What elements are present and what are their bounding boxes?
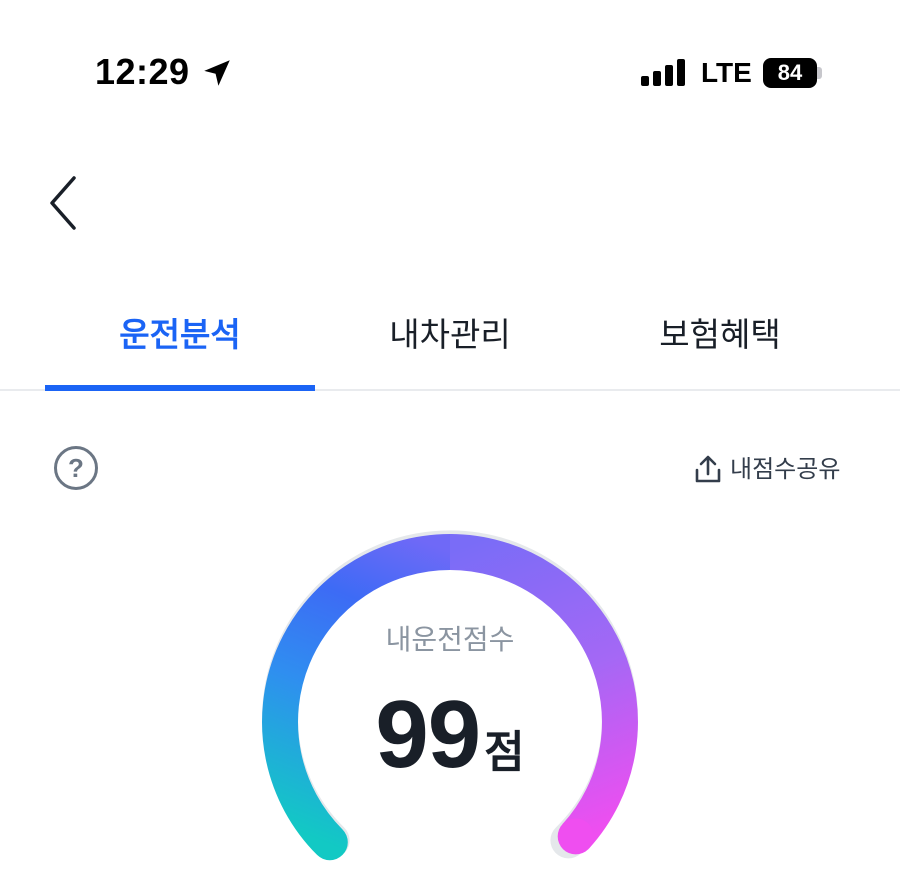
score-display: 99점 bbox=[300, 680, 600, 808]
back-button[interactable] bbox=[38, 170, 90, 236]
question-circle-icon: ? bbox=[68, 453, 84, 483]
network-type: LTE bbox=[701, 57, 752, 88]
help-button[interactable]: ? bbox=[54, 446, 98, 490]
gauge-end-cap bbox=[557, 818, 594, 855]
status-bar: 12:29 LTE 84 bbox=[0, 0, 900, 120]
chevron-left-icon bbox=[50, 176, 76, 230]
tab-bar: 운전분석 내차관리 보험혜택 bbox=[0, 290, 900, 391]
score-unit: 점 bbox=[484, 727, 525, 778]
score-label: 내운전점수 bbox=[385, 623, 515, 656]
status-time: 12:29 bbox=[95, 51, 190, 92]
tab-my-car[interactable]: 내차관리 bbox=[315, 300, 585, 370]
share-upload-icon bbox=[695, 455, 721, 483]
score-value: 99 bbox=[375, 681, 481, 788]
active-tab-indicator bbox=[45, 385, 315, 391]
tab-driving-analysis[interactable]: 운전분석 bbox=[45, 300, 315, 370]
share-score-button[interactable]: 내점수공유 bbox=[694, 448, 840, 490]
cellular-signal-icon bbox=[641, 59, 685, 86]
battery-level: 84 bbox=[777, 60, 803, 85]
location-arrow-icon bbox=[204, 60, 230, 86]
battery-icon: 84 bbox=[763, 58, 822, 88]
battery-tip bbox=[817, 67, 822, 79]
tab-insurance-benefits[interactable]: 보험혜택 bbox=[585, 300, 855, 370]
share-score-label: 내점수공유 bbox=[730, 455, 841, 483]
